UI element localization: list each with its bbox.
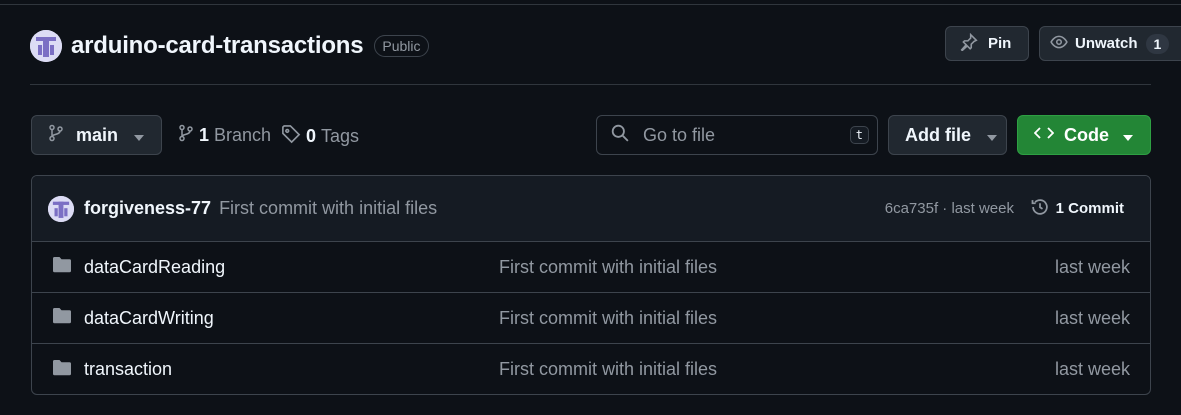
branch-selector[interactable]: main (31, 115, 162, 155)
file-commit-message[interactable]: First commit with initial files (499, 308, 717, 329)
chevron-down-icon (1123, 125, 1133, 146)
file-commit-date: last week (1054, 256, 1130, 277)
code-label: Code (1064, 124, 1109, 145)
unwatch-button[interactable]: Unwatch 1 (1039, 26, 1181, 61)
author-avatar[interactable] (48, 195, 74, 222)
file-name[interactable]: dataCardWriting (84, 308, 214, 329)
keyboard-shortcut-hint: t (849, 126, 869, 144)
git-branch-icon (178, 124, 194, 147)
file-name[interactable]: transaction (84, 359, 172, 380)
commit-message[interactable]: First commit with initial files (219, 198, 437, 219)
add-file-label: Add file (905, 124, 971, 145)
file-commit-message[interactable]: First commit with initial files (499, 359, 717, 380)
file-commit-date: last week (1054, 359, 1130, 379)
commits-history-link[interactable]: 1 Commit (1030, 197, 1124, 221)
pin-icon (960, 32, 978, 55)
folder-icon (52, 307, 72, 329)
code-icon (1033, 125, 1055, 146)
commit-author[interactable]: forgiveness-77 (84, 198, 211, 219)
history-icon (1030, 197, 1050, 221)
chevron-down-icon (987, 125, 997, 146)
file-commit-message[interactable]: First commit with initial files (499, 257, 717, 278)
file-commit-date: last week (1054, 307, 1130, 328)
owner-avatar[interactable] (30, 30, 62, 62)
pin-label: Pin (988, 35, 1012, 52)
file-browser: forgiveness-77 First commit with initial… (31, 175, 1151, 395)
branches-count: 1 (199, 125, 210, 145)
file-name[interactable]: dataCardReading (84, 257, 225, 278)
tags-link[interactable]: 0 Tags (281, 124, 359, 149)
search-icon (611, 124, 629, 147)
eye-icon (1049, 33, 1069, 55)
latest-commit-bar: forgiveness-77 First commit with initial… (32, 176, 1150, 242)
repo-header: arduino-card-transactions Public (30, 28, 429, 64)
top-border (0, 4, 1181, 5)
code-button[interactable]: Code (1017, 115, 1151, 155)
tag-icon (281, 124, 301, 149)
unwatch-label: Unwatch (1075, 35, 1138, 52)
visibility-badge: Public (374, 35, 429, 57)
chevron-down-icon (134, 125, 145, 146)
commit-hash-date[interactable]: 6ca735f · last week (885, 200, 1014, 217)
header-divider (30, 84, 1151, 85)
branches-link[interactable]: 1 Branch (178, 124, 271, 147)
branch-name: main (76, 124, 119, 145)
pin-button[interactable]: Pin (945, 26, 1029, 61)
folder-icon (52, 256, 72, 278)
tags-label: Tags (321, 126, 360, 146)
go-to-file-input[interactable] (641, 123, 835, 147)
file-row[interactable]: dataCardReading First commit with initia… (32, 242, 1150, 293)
folder-icon (52, 359, 72, 381)
watch-count: 1 (1145, 33, 1170, 54)
commits-label: 1 Commit (1055, 200, 1124, 217)
branches-label: Branch (214, 125, 272, 145)
tags-count: 0 (306, 126, 317, 146)
file-row[interactable]: transaction First commit with initial fi… (32, 344, 1150, 394)
repo-name[interactable]: arduino-card-transactions (71, 32, 364, 60)
add-file-button[interactable]: Add file (888, 115, 1007, 155)
file-row[interactable]: dataCardWriting First commit with initia… (32, 293, 1150, 344)
git-branch-icon (48, 124, 64, 147)
go-to-file-search[interactable]: t (596, 115, 878, 155)
